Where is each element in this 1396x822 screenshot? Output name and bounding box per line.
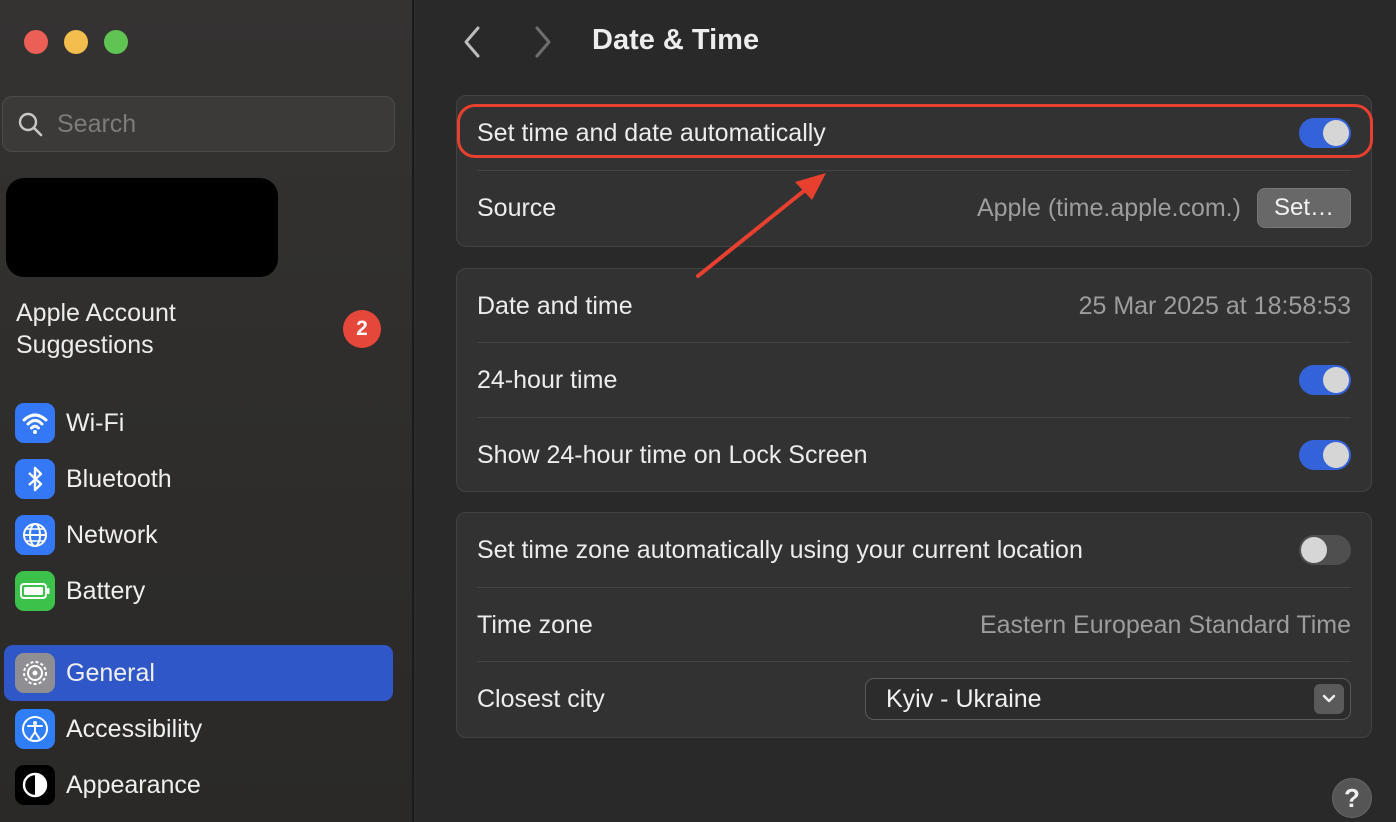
source-row: Source Apple (time.apple.com.) Set… — [457, 171, 1371, 245]
chevron-down-icon — [1314, 684, 1344, 714]
suggestions-badge: 2 — [343, 310, 381, 348]
24-hour-toggle[interactable] — [1299, 365, 1351, 395]
accessibility-icon — [15, 709, 55, 749]
gear-icon — [15, 653, 55, 693]
globe-icon — [15, 515, 55, 555]
sidebar-item-bluetooth[interactable]: Bluetooth — [4, 451, 393, 507]
lock-screen-24-hour-row: Show 24-hour time on Lock Screen — [457, 418, 1371, 492]
back-button[interactable] — [452, 22, 492, 62]
auto-time-zone-toggle[interactable] — [1299, 535, 1351, 565]
bluetooth-icon — [15, 459, 55, 499]
account-card[interactable] — [6, 178, 278, 277]
forward-button[interactable] — [523, 22, 563, 62]
sidebar-item-label: Network — [66, 520, 158, 549]
date-time-label: Date and time — [477, 291, 633, 320]
24-hour-row: 24-hour time — [457, 343, 1371, 417]
time-zone-group: Set time zone automatically using your c… — [456, 512, 1372, 738]
date-time-group: Date and time 25 Mar 2025 at 18:58:53 24… — [456, 268, 1372, 492]
account-suggestions[interactable]: Apple Account Suggestions — [16, 297, 276, 361]
suggestions-line-2: Suggestions — [16, 331, 154, 359]
help-button[interactable]: ? — [1332, 778, 1372, 818]
appearance-icon — [15, 765, 55, 805]
set-source-button[interactable]: Set… — [1256, 188, 1351, 228]
closest-city-value: Kyiv - Ukraine — [886, 684, 1042, 713]
search-field[interactable] — [2, 96, 395, 152]
auto-time-zone-label: Set time zone automatically using your c… — [477, 535, 1083, 564]
page-title: Date & Time — [592, 24, 760, 56]
date-time-value[interactable]: 25 Mar 2025 at 18:58:53 — [1079, 292, 1351, 321]
time-zone-label: Time zone — [477, 610, 593, 639]
highlight-box — [457, 104, 1373, 158]
24-hour-label: 24-hour time — [477, 365, 618, 394]
zoom-window-button[interactable] — [104, 30, 128, 54]
window-controls — [24, 30, 128, 54]
source-value: Apple (time.apple.com.) — [976, 193, 1241, 222]
closest-city-row: Closest city Kyiv - Ukraine — [457, 662, 1371, 736]
auto-time-zone-row: Set time zone automatically using your c… — [457, 513, 1371, 587]
sidebar-item-general[interactable]: General — [4, 645, 393, 701]
sidebar-item-label: General — [66, 658, 155, 687]
sidebar-item-label: Accessibility — [66, 714, 203, 743]
source-label: Source — [477, 193, 557, 222]
sidebar-item-label: Bluetooth — [66, 464, 172, 493]
sidebar-item-network[interactable]: Network — [4, 507, 393, 563]
minimize-window-button[interactable] — [64, 30, 88, 54]
battery-icon — [15, 571, 55, 611]
time-zone-value: Eastern European Standard Time — [979, 610, 1351, 639]
sidebar-item-label: Battery — [66, 576, 146, 605]
sidebar-item-label: Appearance — [66, 770, 201, 799]
suggestions-line-1: Apple Account — [16, 299, 176, 327]
wifi-icon — [15, 403, 55, 443]
sidebar: Apple Account Suggestions 2 Wi-Fi Blueto… — [0, 0, 414, 822]
time-zone-row: Time zone Eastern European Standard Time — [457, 588, 1371, 662]
sidebar-item-appearance[interactable]: Appearance — [4, 757, 393, 813]
chevron-right-icon — [535, 26, 551, 58]
closest-city-select[interactable]: Kyiv - Ukraine — [865, 678, 1351, 720]
lock-screen-24-hour-toggle[interactable] — [1299, 440, 1351, 470]
date-time-row: Date and time 25 Mar 2025 at 18:58:53 — [457, 269, 1371, 343]
sidebar-item-battery[interactable]: Battery — [4, 563, 393, 619]
sidebar-item-accessibility[interactable]: Accessibility — [4, 701, 393, 757]
search-input[interactable] — [57, 109, 377, 139]
sidebar-item-label: Wi-Fi — [66, 408, 125, 437]
closest-city-label: Closest city — [477, 684, 605, 713]
sidebar-item-wifi[interactable]: Wi-Fi — [4, 395, 393, 451]
lock-screen-24-hour-label: Show 24-hour time on Lock Screen — [477, 440, 868, 469]
search-icon — [18, 112, 43, 137]
close-window-button[interactable] — [24, 30, 48, 54]
chevron-left-icon — [464, 26, 480, 58]
